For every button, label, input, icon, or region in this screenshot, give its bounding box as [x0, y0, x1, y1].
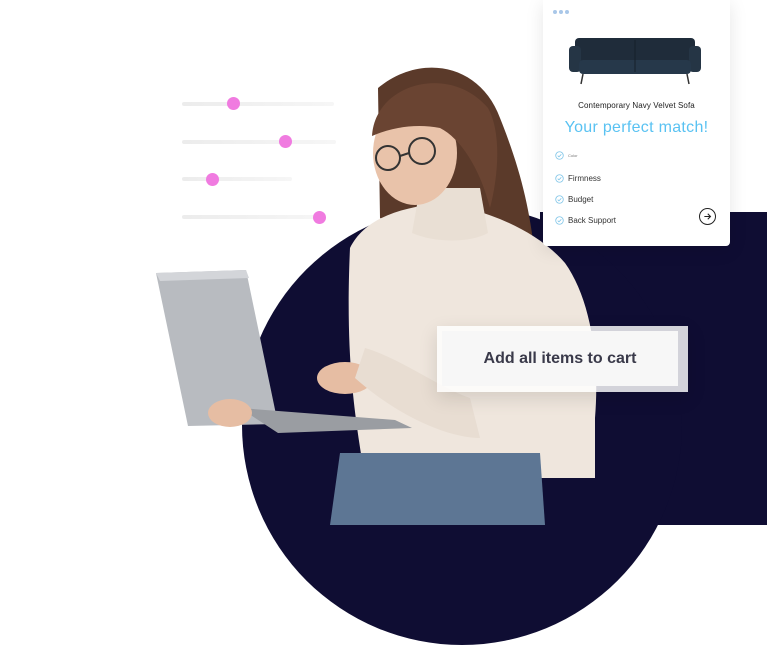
criteria-back-support: Back Support [555, 216, 616, 225]
match-heading: Your perfect match! [564, 119, 709, 136]
sofa-image [569, 38, 701, 85]
criteria-label: Color [568, 153, 578, 158]
product-match-card: Contemporary Navy Velvet Sofa Your perfe… [543, 0, 730, 246]
card-dots [553, 10, 569, 14]
woman-with-laptop-photo [156, 67, 597, 525]
next-arrow-button[interactable] [699, 208, 716, 225]
product-title: Contemporary Navy Velvet Sofa [578, 101, 695, 110]
criteria-label: Back Support [568, 216, 617, 225]
check-circle-icon [555, 151, 564, 160]
criteria-label: Firmness [568, 174, 601, 183]
check-circle-icon [555, 174, 564, 183]
add-all-to-cart-button[interactable]: Add all items to cart [442, 331, 678, 386]
check-circle-icon [555, 195, 564, 204]
criteria-budget: Budget [555, 195, 593, 204]
check-circle-icon [555, 216, 564, 225]
criteria-firmness: Firmness [555, 174, 601, 183]
arrow-right-icon [704, 213, 712, 220]
criteria-color: Color [555, 151, 578, 160]
criteria-label: Budget [568, 195, 594, 204]
